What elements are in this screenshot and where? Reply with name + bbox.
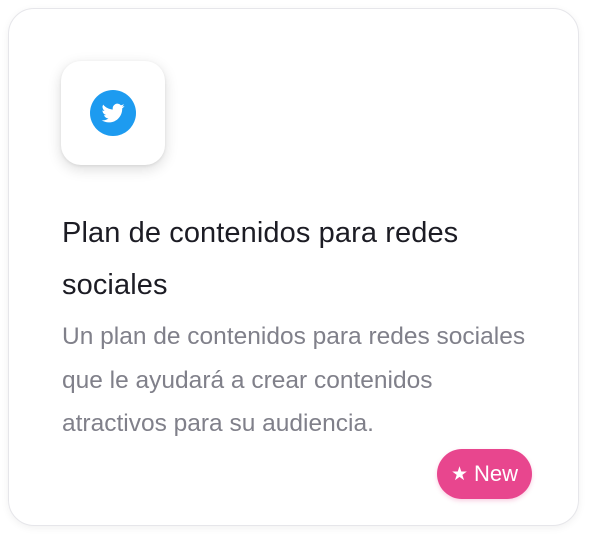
card-description: Un plan de contenidos para redes sociale… <box>62 323 526 437</box>
new-badge: ★ New <box>437 449 533 499</box>
twitter-icon <box>90 90 136 136</box>
star-icon: ★ <box>451 463 469 485</box>
card-title: Plan de contenidos para redes sociales <box>62 217 459 301</box>
template-card[interactable]: Plan de contenidos para redes sociales U… <box>8 8 579 526</box>
icon-tile <box>61 61 165 165</box>
badge-label: New <box>474 461 519 486</box>
